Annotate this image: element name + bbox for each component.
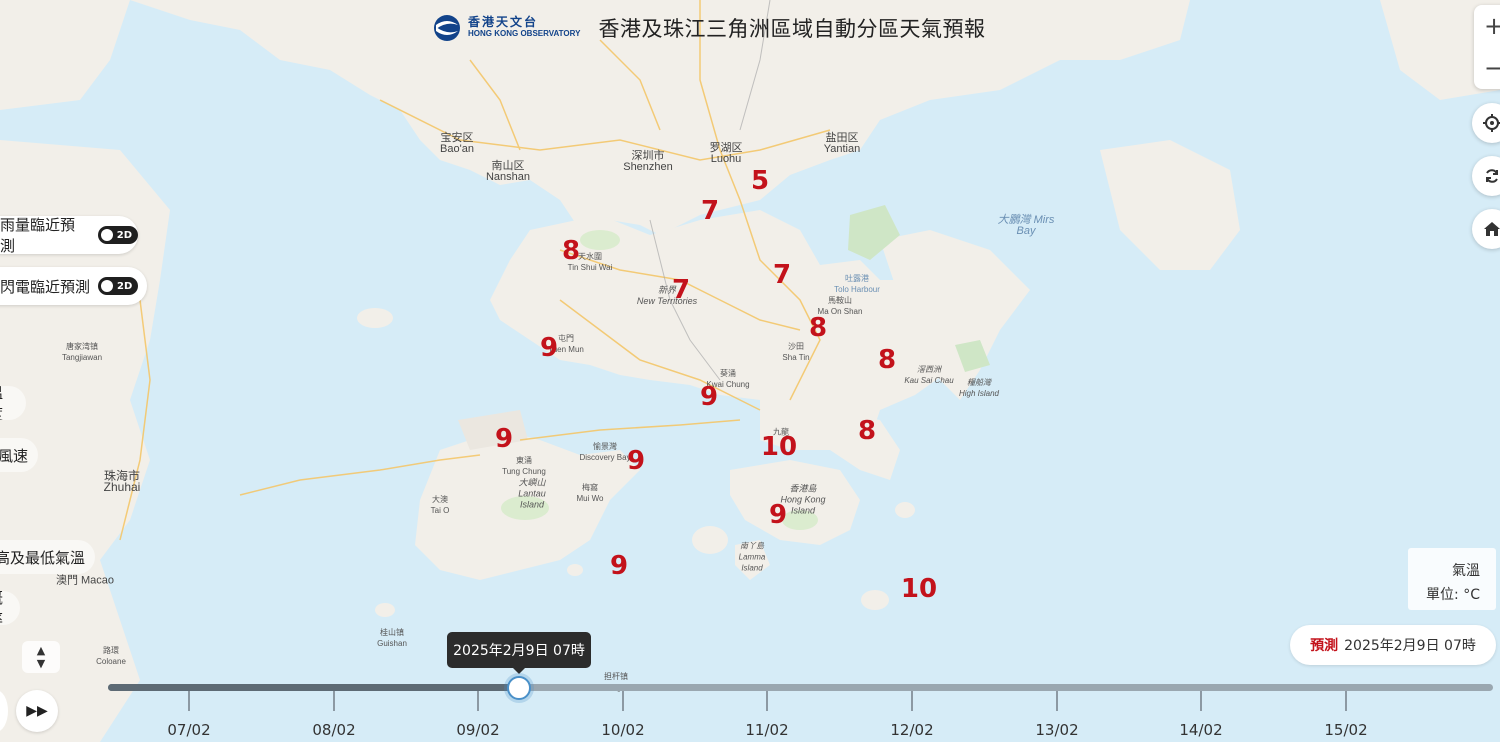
place-high-island: 糧船灣 High Island [958,378,1000,398]
updown-icon: ▲ ▼ [36,644,46,670]
rain-nowcast-label: 雨量臨近預測 [0,216,76,255]
place-coloane: 路環 Coloane [96,646,126,666]
timeline-day-label[interactable]: 14/02 [1179,721,1222,739]
place-baoan: 宝安区 Bao'an [440,132,474,155]
home-icon [1484,222,1500,236]
timeline-day-label[interactable]: 09/02 [456,721,499,739]
timeline-tick [1345,691,1347,711]
legend-unit: 單位: °C [1426,587,1480,603]
timeline-day-label[interactable]: 11/02 [745,721,788,739]
temp-label[interactable]: 8 [878,347,896,373]
forecast-datetime: 2025年2月9日 07時 [1344,638,1476,654]
hko-logo: 香港天文台 HONG KONG OBSERVATORY [428,13,580,43]
temp-label[interactable]: 10 [901,576,937,602]
rain-2d-toggle[interactable]: 2D [97,226,138,244]
timeline-tick [1056,691,1058,711]
place-mirs-bay: 大鵬灣 Mirs Bay [997,214,1055,237]
temp-label[interactable]: 9 [769,502,787,528]
zoom-control: + − [1474,5,1500,89]
temp-label[interactable]: 7 [701,198,719,224]
place-tai-o: 大澳 Tai O [430,495,450,515]
legend: 氣溫 單位: °C [1408,548,1496,610]
layer-wind-speed[interactable]: 風速 [0,438,38,472]
place-guishan: 桂山镇 Guishan [377,628,407,648]
place-discovery-bay: 愉景灣 Discovery Bay [579,442,631,462]
temp-label[interactable]: 8 [858,418,876,444]
place-lantau: 大嶼山 Lantau Island [518,477,546,510]
forecast-label: 預測 [1310,638,1339,654]
temp-label[interactable]: 7 [773,262,791,288]
timeline-day-label[interactable]: 10/02 [601,721,644,739]
fast-forward-icon: ▶▶ [26,703,48,719]
timeline-day-label[interactable]: 08/02 [312,721,355,739]
timeline-day-label[interactable]: 07/02 [167,721,210,739]
place-zhuhai: 珠海市 Zhuhai [103,469,141,494]
plus-icon: + [1483,12,1500,40]
place-yantian: 盐田区 Yantian [823,132,861,155]
temp-label[interactable]: 9 [610,553,628,579]
temp-label[interactable]: 10 [761,434,797,460]
temp-label[interactable]: 9 [495,426,513,452]
temp-label[interactable]: 8 [562,238,580,264]
timeline-tick [1200,691,1202,711]
locate-icon [1483,114,1500,132]
timeline-tick [188,691,190,711]
place-kau-sai-chau: 滘西洲 Kau Sai Chau [904,365,954,385]
timeline-handle[interactable] [507,676,531,700]
timeline-tick [477,691,479,711]
place-shenzhen: 深圳市 Shenzhen [623,150,673,173]
zoom-out-button[interactable]: − [1474,47,1500,89]
place-lamma: 南丫島 Lamma Island [738,541,766,573]
place-tolo-harbour: 吐露港 Tolo Harbour [834,274,880,294]
minus-icon: − [1483,54,1500,82]
timeline-progress [108,684,518,691]
hko-name-zh: 香港天文台 [468,15,539,29]
timeline-tick [333,691,335,711]
timeline-tick [622,691,624,711]
toggle-knob-icon [100,229,113,241]
place-tung-chung: 東涌 Tung Chung [502,456,546,476]
temp-label[interactable]: 9 [540,335,558,361]
toggle-knob-icon [101,280,114,292]
place-sha-tin: 沙田 Sha Tin [782,342,810,362]
lightning-nowcast-label: 閃電臨近預測 [0,277,91,296]
place-nanshan: 南山区 Nanshan [485,160,531,183]
hko-name-en: HONG KONG OBSERVATORY [468,29,581,38]
forecast-time-chip: 預測 2025年2月9日 07時 [1290,625,1496,665]
timeline-day-label[interactable]: 12/02 [890,721,933,739]
time-tooltip: 2025年2月9日 07時 [447,632,591,674]
place-mui-wo: 梅窩 Mui Wo [576,483,604,503]
place-luohu: 罗湖区 Luohu [709,142,743,165]
page-title: 香港及珠江三角洲區域自動分區天氣預報 [598,17,986,41]
timeline-day-label[interactable]: 13/02 [1035,721,1078,739]
temp-label[interactable]: 5 [751,168,769,194]
layer-max-min-temp[interactable]: 最高及最低氣溫 [0,540,95,574]
timeline-tick [911,691,913,711]
refresh-icon [1486,169,1498,183]
timeline-track[interactable] [108,684,1493,691]
place-tangjiawan: 唐家湾镇 Tangjiawan [61,342,103,362]
temp-label[interactable]: 7 [672,277,690,303]
hko-logo-icon [434,15,460,41]
rain-nowcast-layer[interactable]: 雨量臨近預測 2D [0,216,138,255]
temp-label[interactable]: 8 [809,315,827,341]
timeline-tick [766,691,768,711]
legend-title: 氣溫 [1452,563,1480,579]
header: 香港天文台 HONG KONG OBSERVATORY 香港及珠江三角洲區域自動… [428,8,985,48]
timeline-day-label[interactable]: 15/02 [1324,721,1367,739]
map-background[interactable] [0,0,1500,742]
speed-stepper[interactable]: ▲ ▼ [22,641,60,673]
fast-forward-button[interactable]: ▶▶ [16,690,58,732]
zoom-in-button[interactable]: + [1474,5,1500,47]
lightning-2d-toggle[interactable]: 2D [98,277,139,295]
temp-label[interactable]: 9 [627,448,645,474]
place-macao: 澳門 Macao [55,574,115,587]
lightning-nowcast-layer[interactable]: 閃電臨近預測 2D [0,267,147,305]
temp-label[interactable]: 9 [700,384,718,410]
